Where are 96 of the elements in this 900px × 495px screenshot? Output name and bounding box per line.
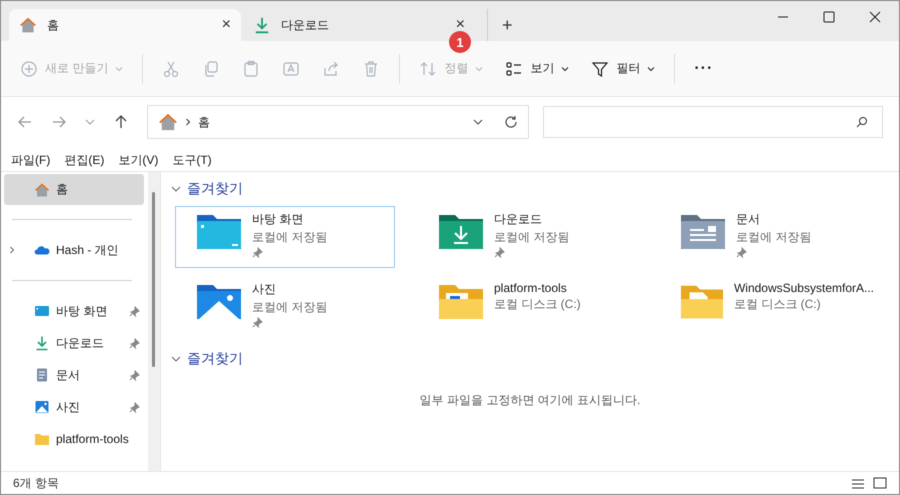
sort-icon	[419, 60, 438, 78]
pin-icon	[494, 247, 505, 258]
folder-location: 로컬에 저장됨	[736, 229, 812, 246]
chevron-icon	[184, 118, 192, 126]
history-caret-icon[interactable]	[85, 117, 95, 127]
forward-icon[interactable]	[51, 114, 67, 130]
home-icon	[158, 112, 178, 132]
pin-icon	[252, 317, 263, 328]
close-tab-button[interactable]: ×	[456, 16, 465, 34]
refresh-icon[interactable]	[504, 115, 518, 129]
sidebar-item[interactable]: 다운로드	[4, 327, 144, 359]
item-count: 6개 항목	[13, 474, 60, 492]
menu-item[interactable]: 보기(V)	[118, 152, 158, 168]
download-icon	[253, 16, 271, 34]
desktop-icon	[34, 303, 50, 319]
sidebar-item[interactable]: Hash - 개인	[4, 234, 144, 266]
pin-icon	[129, 402, 140, 412]
scrollbar-thumb[interactable]	[152, 192, 155, 367]
collapse-chevron-icon	[171, 184, 181, 194]
sidebar-label: platform-tools	[56, 432, 130, 446]
more-button[interactable]: ···	[685, 54, 722, 84]
home-icon	[34, 182, 50, 198]
breadcrumb[interactable]: 홈	[198, 114, 210, 130]
home-icon	[19, 16, 37, 34]
expand-chevron-icon[interactable]	[8, 246, 16, 254]
folder-tile[interactable]: platform-tools 로컬 디스크 (C:)	[417, 276, 637, 338]
tiles-view-icon[interactable]	[873, 477, 887, 489]
address-bar[interactable]: 홈	[147, 105, 529, 139]
menu-item[interactable]: 파일(F)	[11, 152, 50, 168]
folder-location: 로컬에 저장됨	[252, 229, 328, 246]
view-button[interactable]: 보기	[496, 54, 578, 84]
tab-label: 다운로드	[281, 16, 330, 34]
sidebar-item[interactable]: 홈	[4, 174, 144, 205]
pin-icon	[736, 247, 747, 258]
maximize-icon[interactable]	[823, 11, 835, 23]
document-icon	[34, 367, 50, 383]
sidebar-item[interactable]: 바탕 화면	[4, 295, 144, 327]
search-icon	[856, 116, 868, 128]
back-icon[interactable]	[17, 114, 33, 130]
sidebar-label: 사진	[56, 398, 81, 416]
sidebar-label: 바탕 화면	[56, 302, 108, 320]
folder-tile[interactable]: 바탕 화면 로컬에 저장됨	[175, 206, 395, 268]
collapse-chevron-icon	[171, 354, 181, 364]
folder-location: 로컬에 저장됨	[494, 229, 570, 246]
folder-tile[interactable]: 다운로드 로컬에 저장됨	[417, 206, 637, 268]
pin-icon	[252, 247, 263, 258]
folder-tile[interactable]: 문서 로컬에 저장됨	[659, 206, 879, 268]
section-header[interactable]: 즐겨찾기	[171, 178, 889, 200]
sidebar-label: 문서	[56, 366, 81, 384]
new-icon	[20, 60, 38, 78]
caret-icon	[115, 64, 124, 72]
share-icon	[322, 60, 340, 78]
tab-label: 홈	[47, 16, 60, 34]
caret-icon	[561, 64, 570, 72]
menu-item[interactable]: 편집(E)	[64, 152, 104, 168]
folder-name: 문서	[736, 211, 761, 228]
menu-item[interactable]: 도구(T)	[172, 152, 212, 168]
folder-location: 로컬 디스크 (C:)	[734, 296, 822, 313]
callout-badge: 1	[449, 31, 471, 53]
close-tab-button[interactable]: ×	[222, 16, 231, 34]
folder-name: WindowsSubsystemforA...	[734, 281, 874, 295]
rename-icon	[282, 60, 300, 78]
sidebar-item[interactable]: platform-tools	[4, 423, 144, 455]
paste-icon	[242, 60, 260, 78]
filter-button[interactable]: 필터	[582, 54, 664, 84]
tab[interactable]: 홈 ×	[9, 9, 241, 41]
folder-tile[interactable]: WindowsSubsystemforA... 로컬 디스크 (C:)	[659, 276, 879, 338]
section-header[interactable]: 즐겨찾기	[171, 348, 889, 370]
folder-tile[interactable]: 사진 로컬에 저장됨	[175, 276, 395, 338]
pin-icon	[129, 370, 140, 380]
sidebar-item[interactable]: 사진	[4, 391, 144, 423]
details-view-icon[interactable]	[851, 477, 865, 489]
folder-name: 바탕 화면	[252, 211, 304, 228]
pin-icon	[129, 338, 140, 348]
caret-icon	[647, 64, 656, 72]
close-icon[interactable]	[869, 11, 881, 23]
sidebar-label: 다운로드	[56, 334, 105, 352]
folder-location: 로컬에 저장됨	[252, 299, 328, 316]
empty-message: 일부 파일을 고정하면 여기에 표시됩니다.	[418, 392, 642, 409]
picture-icon	[34, 399, 50, 415]
search-field[interactable]	[543, 106, 883, 138]
sidebar-item[interactable]: 문서	[4, 359, 144, 391]
sidebar-label: Hash - 개인	[56, 242, 120, 258]
folder-name: 사진	[252, 281, 277, 298]
sidebar-label: 홈	[56, 181, 69, 198]
folder-location: 로컬 디스크 (C:)	[494, 296, 581, 313]
download-icon	[34, 335, 50, 351]
folder-icon	[34, 431, 50, 447]
pin-icon	[129, 306, 140, 316]
cut-icon	[162, 60, 180, 78]
caret-icon	[475, 64, 484, 72]
folder-name: 다운로드	[494, 211, 543, 228]
folder-name: platform-tools	[494, 281, 568, 295]
filter-icon	[591, 60, 610, 78]
view-icon	[505, 60, 524, 78]
up-icon[interactable]	[113, 114, 129, 130]
